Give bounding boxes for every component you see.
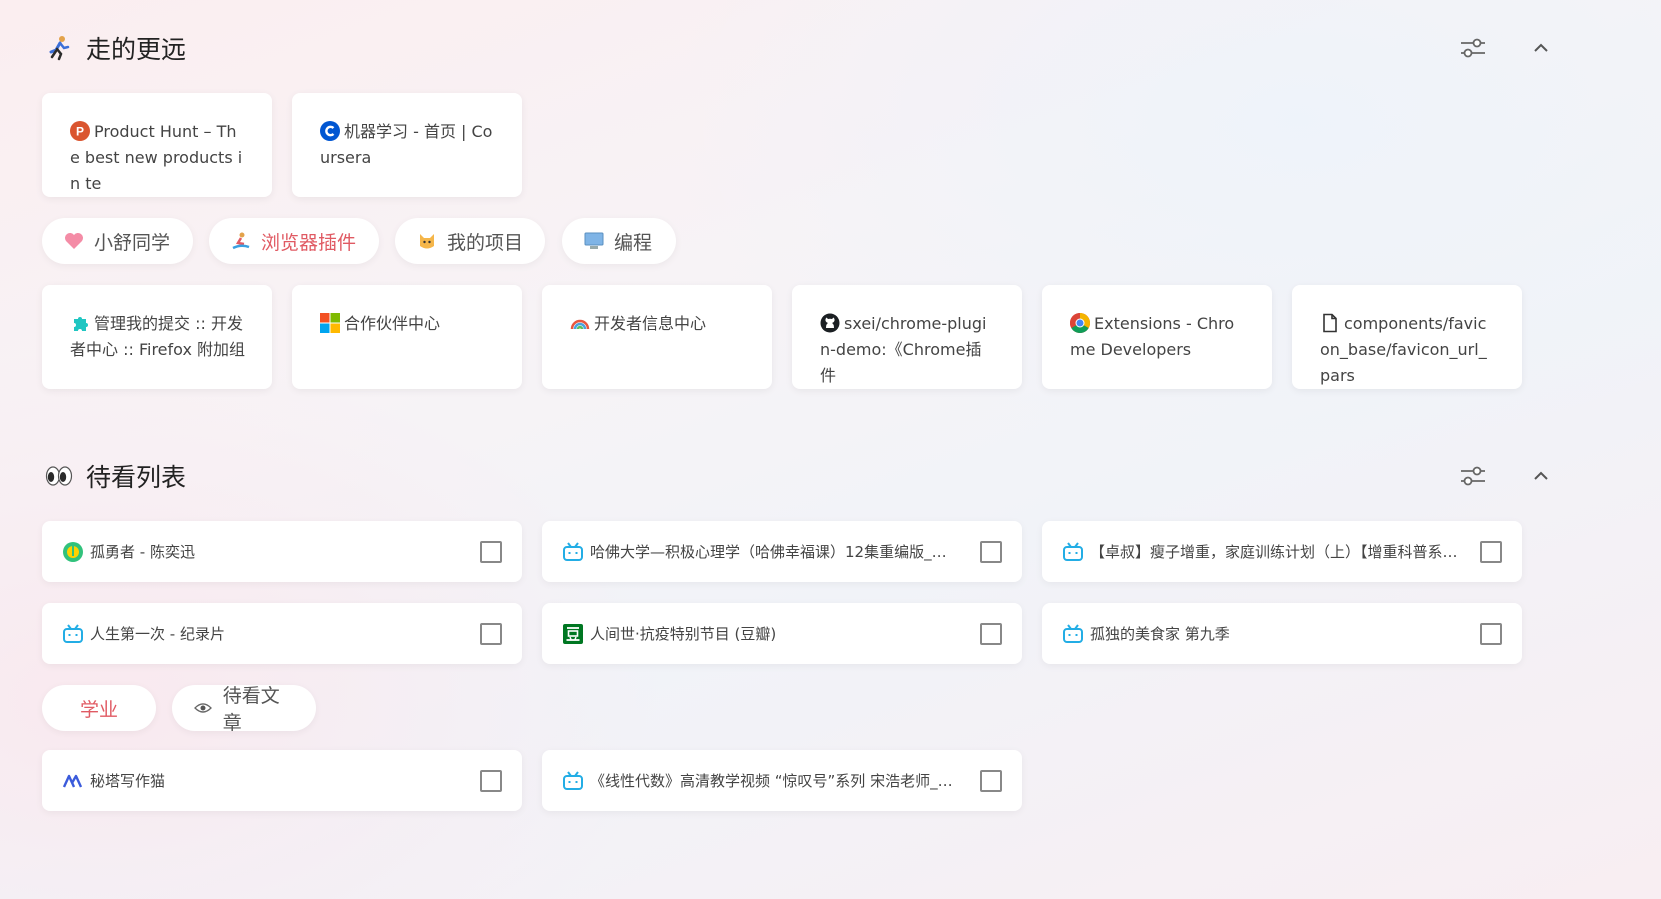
done-checkbox[interactable]: [980, 540, 1002, 563]
github-icon: [820, 313, 840, 333]
chevron-up-icon[interactable]: [1526, 33, 1556, 63]
heart-icon: [64, 231, 84, 251]
file-icon: [1320, 313, 1340, 333]
done-checkbox[interactable]: [980, 769, 1002, 792]
bookmark-card[interactable]: sxei/chrome-plugin-demo:《Chrome插件: [792, 285, 1022, 389]
item-title: 秘塔写作猫: [90, 772, 166, 790]
tab-articles-to-read[interactable]: 待看文章: [172, 685, 316, 734]
music-icon: [62, 541, 84, 563]
tab-browser-plugins[interactable]: 浏览器插件: [209, 218, 379, 264]
item-title: 孤勇者 - 陈奕迅: [90, 543, 195, 561]
item-title: 《线性代数》高清教学视频 “惊叹号”系列 宋浩老师_哔哩哔哩: [590, 772, 980, 790]
item-title: 孤独的美食家 第九季: [1090, 625, 1230, 643]
card-title: components/favicon_base/favicon_url_pars: [1320, 314, 1487, 385]
coursera-icon: [320, 121, 340, 141]
done-checkbox[interactable]: [1480, 622, 1502, 645]
watch-item[interactable]: 【卓叔】瘦子增重，家庭训练计划（上）【增重科普系列】: [1042, 521, 1522, 582]
bookmark-card[interactable]: P Product Hunt – The best new products i…: [42, 93, 272, 197]
runner-icon: [44, 33, 74, 63]
card-title: 开发者信息中心: [594, 314, 707, 333]
done-checkbox[interactable]: [1480, 540, 1502, 563]
chrome-icon: [1070, 313, 1090, 333]
watch-item[interactable]: 哈佛大学—积极心理学（哈佛幸福课）12集重编版_哔哩哔哩: [542, 521, 1022, 582]
item-title: 哈佛大学—积极心理学（哈佛幸福课）12集重编版_哔哩哔哩: [590, 543, 980, 561]
puzzle-icon: [70, 313, 90, 333]
watch-item[interactable]: 人生第一次 - 纪录片: [42, 603, 522, 664]
bilibili-icon: [62, 623, 84, 645]
bilibili-icon: [1062, 623, 1084, 645]
chevron-up-icon[interactable]: [1526, 461, 1556, 491]
tab-xiaoshu[interactable]: 小舒同学: [42, 218, 193, 264]
tab-programming[interactable]: 编程: [562, 218, 676, 264]
item-title: 人间世·抗疫特别节目 (豆瓣): [590, 625, 777, 643]
tab-label: 浏览器插件: [261, 231, 357, 254]
tab-my-projects[interactable]: 我的项目: [395, 218, 545, 264]
section-header-go-further: 走的更远: [44, 28, 186, 68]
card-title: Product Hunt – The best new products in …: [70, 122, 243, 193]
card-title: 合作伙伴中心: [344, 314, 441, 333]
section-title: 走的更远: [86, 35, 187, 64]
tab-study[interactable]: 学业: [42, 685, 156, 731]
cat-icon: [417, 231, 437, 251]
metaso-icon: [62, 770, 84, 792]
card-title: 管理我的提交 :: 开发者中心 :: Firefox 附加组: [70, 314, 245, 359]
rainbow-icon: [570, 313, 590, 333]
tab-label: 待看文章: [222, 685, 280, 734]
tab-label: 学业: [79, 698, 118, 721]
douban-icon: [562, 623, 584, 645]
section-header-watch-list: 待看列表: [44, 456, 186, 496]
bookmark-card[interactable]: 合作伙伴中心: [292, 285, 522, 389]
settings-sliders-icon[interactable]: [1458, 33, 1488, 63]
item-title: 人生第一次 - 纪录片: [90, 625, 225, 643]
watch-item[interactable]: 人间世·抗疫特别节目 (豆瓣): [542, 603, 1022, 664]
eye-icon: [194, 698, 213, 718]
bookmark-card[interactable]: components/favicon_base/favicon_url_pars: [1292, 285, 1522, 389]
bilibili-icon: [562, 770, 584, 792]
microsoft-icon: [320, 313, 340, 333]
bookmark-card[interactable]: Extensions - Chrome Developers: [1042, 285, 1272, 389]
card-title: 机器学习 - 首页 | Coursera: [320, 122, 493, 167]
section-tools: [1458, 33, 1556, 63]
done-checkbox[interactable]: [980, 622, 1002, 645]
tab-label: 小舒同学: [94, 231, 171, 254]
eyes-icon: [44, 461, 74, 491]
done-checkbox[interactable]: [480, 622, 502, 645]
bookmark-card[interactable]: 机器学习 - 首页 | Coursera: [292, 93, 522, 197]
surfer-icon: [231, 231, 251, 251]
card-title: sxei/chrome-plugin-demo:《Chrome插件: [820, 314, 987, 385]
item-title: 【卓叔】瘦子增重，家庭训练计划（上）【增重科普系列】: [1090, 543, 1473, 561]
bookmark-card[interactable]: 开发者信息中心: [542, 285, 772, 389]
card-title: Extensions - Chrome Developers: [1070, 314, 1235, 359]
bilibili-icon: [1062, 541, 1084, 563]
svg-text:P: P: [76, 125, 84, 139]
settings-sliders-icon[interactable]: [1458, 461, 1488, 491]
bilibili-icon: [562, 541, 584, 563]
watch-item[interactable]: 孤独的美食家 第九季: [1042, 603, 1522, 664]
watch-item[interactable]: 《线性代数》高清教学视频 “惊叹号”系列 宋浩老师_哔哩哔哩: [542, 750, 1022, 811]
done-checkbox[interactable]: [480, 540, 502, 563]
section-tools: [1458, 461, 1556, 491]
watch-item[interactable]: 孤勇者 - 陈奕迅: [42, 521, 522, 582]
tab-label: 我的项目: [447, 231, 524, 254]
producthunt-icon: P: [70, 121, 90, 141]
computer-icon: [584, 231, 604, 251]
done-checkbox[interactable]: [480, 769, 502, 792]
watch-item[interactable]: 秘塔写作猫: [42, 750, 522, 811]
tab-label: 编程: [614, 231, 653, 254]
bookmark-card[interactable]: 管理我的提交 :: 开发者中心 :: Firefox 附加组: [42, 285, 272, 389]
section-title: 待看列表: [86, 463, 187, 492]
